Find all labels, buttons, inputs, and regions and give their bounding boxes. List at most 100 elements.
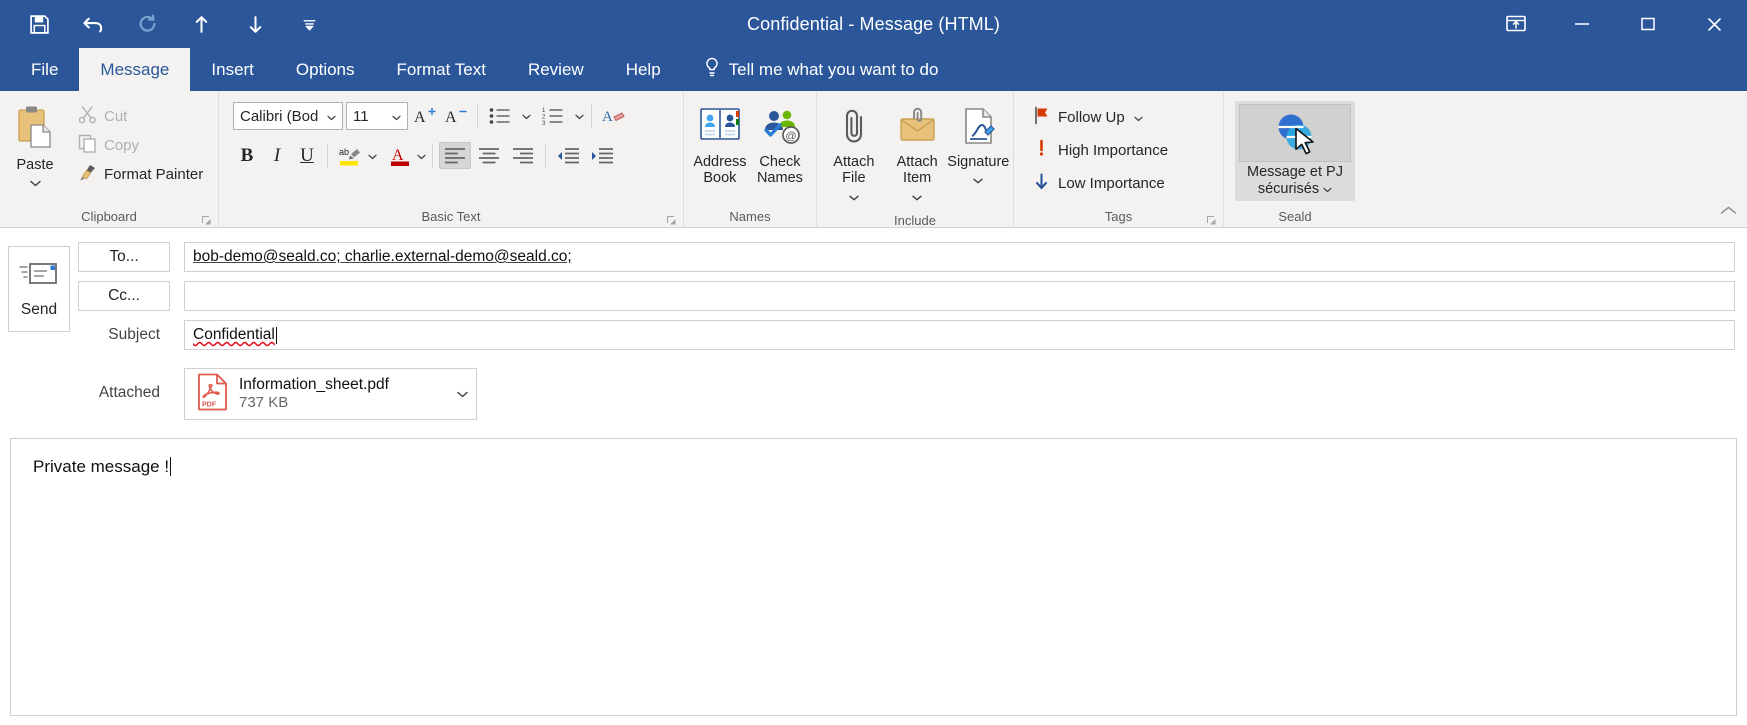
format-painter-button[interactable]: Format Painter bbox=[72, 161, 209, 188]
attachment-size: 737 KB bbox=[239, 394, 289, 412]
redo-icon[interactable] bbox=[132, 9, 162, 39]
up-arrow-icon[interactable] bbox=[186, 9, 216, 39]
paste-button[interactable]: Paste bbox=[6, 101, 64, 196]
to-button[interactable]: To... bbox=[78, 242, 170, 272]
ribbon: Paste Cut Copy Format Painter Clipboard … bbox=[0, 91, 1747, 228]
close-button[interactable] bbox=[1681, 0, 1747, 48]
text-cursor bbox=[275, 326, 277, 344]
grow-font-button[interactable]: A bbox=[411, 103, 439, 130]
to-input[interactable]: bob-demo@seald.co; charlie.external-demo… bbox=[184, 242, 1735, 272]
svg-text:A: A bbox=[392, 147, 404, 164]
divider bbox=[327, 143, 328, 168]
tab-help[interactable]: Help bbox=[605, 48, 682, 91]
maximize-button[interactable] bbox=[1615, 0, 1681, 48]
attach-file-button[interactable]: Attach File bbox=[823, 102, 885, 210]
undo-icon[interactable] bbox=[78, 9, 108, 39]
svg-text:3: 3 bbox=[542, 121, 546, 125]
svg-text:2: 2 bbox=[542, 115, 546, 121]
check-names-button[interactable]: @ Check Names bbox=[750, 102, 810, 191]
font-size-combo[interactable]: 11 bbox=[346, 102, 408, 130]
clear-formatting-button[interactable]: A bbox=[599, 103, 627, 130]
copy-label: Copy bbox=[104, 137, 140, 154]
italic-button[interactable]: I bbox=[263, 142, 291, 169]
attachment-item[interactable]: PDF Information_sheet.pdf 737 KB bbox=[184, 368, 477, 420]
minimize-button[interactable] bbox=[1549, 0, 1615, 48]
shrink-font-button[interactable]: A bbox=[442, 103, 470, 130]
check-names-label: Check Names bbox=[756, 154, 803, 187]
increase-indent-button[interactable] bbox=[586, 142, 618, 169]
align-right-button[interactable] bbox=[507, 142, 539, 169]
address-book-icon bbox=[698, 106, 742, 151]
group-label-include: Include bbox=[894, 212, 936, 228]
group-label-seald: Seald bbox=[1278, 209, 1312, 224]
tab-format-text[interactable]: Format Text bbox=[376, 48, 507, 91]
cut-button[interactable]: Cut bbox=[72, 103, 209, 130]
attach-item-button[interactable]: Attach Item bbox=[885, 102, 950, 210]
tell-me-search[interactable]: Tell me what you want to do bbox=[682, 48, 955, 91]
compose-header: Send To... bob-demo@seald.co; charlie.ex… bbox=[0, 228, 1747, 420]
divider bbox=[432, 143, 433, 168]
copy-button[interactable]: Copy bbox=[72, 132, 209, 159]
seald-secure-message-button[interactable]: Message et PJ sécurisés bbox=[1235, 101, 1355, 201]
collapse-ribbon-button[interactable] bbox=[1720, 204, 1737, 222]
svg-text:A: A bbox=[602, 109, 613, 125]
font-color-dropdown-icon[interactable] bbox=[417, 147, 426, 165]
low-importance-button[interactable]: Low Importance bbox=[1026, 170, 1174, 197]
cc-button[interactable]: Cc... bbox=[78, 281, 170, 311]
basic-text-dialog-launcher[interactable] bbox=[666, 213, 677, 225]
send-envelope-icon bbox=[19, 259, 59, 294]
format-painter-label: Format Painter bbox=[104, 166, 204, 183]
decrease-indent-button[interactable] bbox=[552, 142, 584, 169]
bullets-dropdown-icon[interactable] bbox=[522, 107, 531, 125]
group-label-basic-text: Basic Text bbox=[421, 209, 481, 224]
message-body-text: Private message ! bbox=[33, 457, 170, 476]
address-book-label: Address Book bbox=[693, 154, 747, 187]
title-bar: Confidential - Message (HTML) bbox=[0, 0, 1747, 48]
subject-input[interactable]: Confidential bbox=[184, 320, 1735, 350]
tab-review[interactable]: Review bbox=[507, 48, 605, 91]
signature-label: Signature bbox=[947, 154, 1010, 170]
numbering-dropdown-icon[interactable] bbox=[575, 107, 584, 125]
ribbon-group-tags: Follow Up High Importance Low Importance… bbox=[1013, 91, 1223, 228]
seald-button-label-line1: Message et PJ bbox=[1247, 164, 1343, 180]
customize-qat-icon[interactable] bbox=[294, 9, 324, 39]
chevron-down-icon bbox=[324, 108, 339, 125]
check-names-icon: @ bbox=[758, 106, 802, 151]
tab-file[interactable]: File bbox=[10, 48, 79, 91]
underline-button[interactable]: U bbox=[293, 142, 321, 169]
cc-input[interactable] bbox=[184, 281, 1735, 311]
font-color-button[interactable]: A bbox=[385, 142, 415, 169]
tab-options[interactable]: Options bbox=[275, 48, 376, 91]
attachment-dropdown-icon[interactable] bbox=[457, 385, 468, 403]
down-arrow-icon[interactable] bbox=[240, 9, 270, 39]
tab-message[interactable]: Message bbox=[79, 48, 191, 91]
bullets-button[interactable] bbox=[485, 103, 519, 130]
tags-dialog-launcher[interactable] bbox=[1206, 213, 1217, 225]
message-body[interactable]: Private message ! bbox=[10, 438, 1737, 716]
signature-button[interactable]: Signature bbox=[947, 102, 1010, 193]
send-button[interactable]: Send bbox=[8, 246, 70, 332]
bold-button[interactable]: B bbox=[233, 142, 261, 169]
high-importance-button[interactable]: High Importance bbox=[1026, 137, 1174, 164]
highlight-dropdown-icon[interactable] bbox=[368, 147, 377, 165]
ribbon-display-options-icon[interactable] bbox=[1483, 0, 1549, 48]
low-importance-label: Low Importance bbox=[1058, 175, 1165, 192]
ribbon-group-seald: Message et PJ sécurisés Seald bbox=[1223, 91, 1366, 228]
svg-text:ab: ab bbox=[339, 147, 349, 157]
group-label-names: Names bbox=[729, 209, 771, 224]
font-name-combo[interactable]: Calibri (Bod bbox=[233, 102, 343, 130]
align-left-button[interactable] bbox=[439, 142, 471, 169]
numbering-button[interactable]: 123 bbox=[538, 103, 572, 130]
address-book-button[interactable]: Address Book bbox=[690, 102, 750, 191]
tab-insert[interactable]: Insert bbox=[190, 48, 275, 91]
align-center-button[interactable] bbox=[473, 142, 505, 169]
ribbon-group-basic-text: Calibri (Bod 11 A A 1 2 3 A B I U ab A B… bbox=[218, 91, 683, 228]
follow-up-button[interactable]: Follow Up bbox=[1026, 104, 1174, 131]
follow-up-label: Follow Up bbox=[1058, 109, 1125, 126]
save-icon[interactable] bbox=[24, 9, 54, 39]
clipboard-dialog-launcher[interactable] bbox=[201, 213, 212, 225]
group-label-clipboard: Clipboard bbox=[81, 209, 137, 224]
text-highlight-color-button[interactable]: ab bbox=[334, 142, 366, 169]
window-controls bbox=[1483, 0, 1747, 48]
seald-logo-icon bbox=[1239, 104, 1351, 162]
